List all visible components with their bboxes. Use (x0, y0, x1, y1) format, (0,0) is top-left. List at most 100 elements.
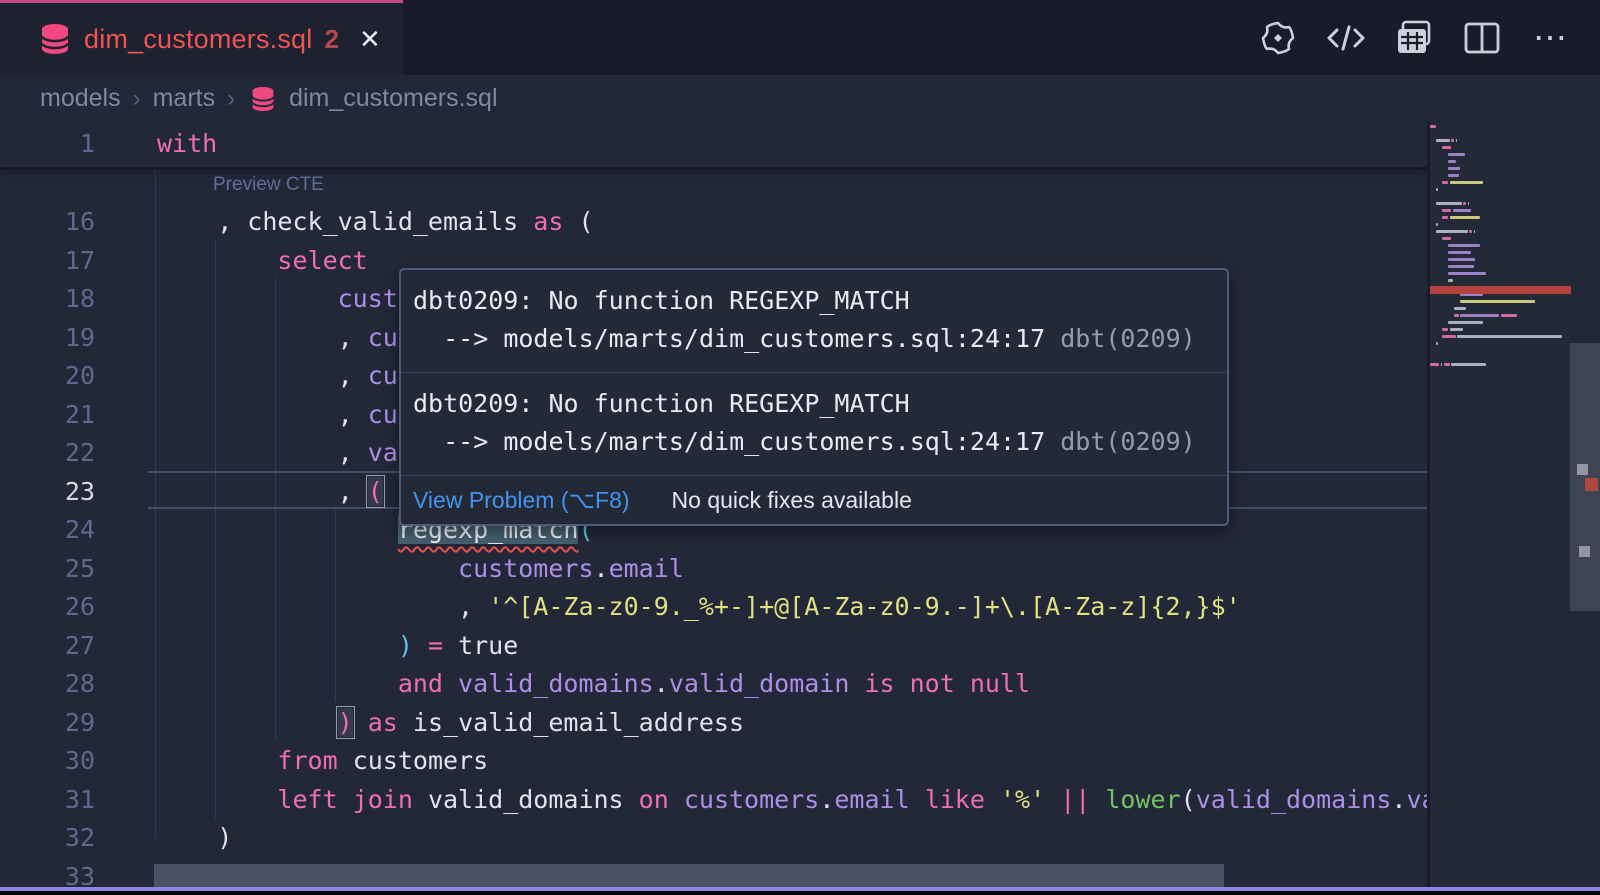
split-editor-icon[interactable] (1462, 18, 1502, 58)
code-token: cu (368, 400, 398, 429)
preview-cte-codelens[interactable]: Preview CTE (213, 174, 324, 196)
minimap-line (1444, 363, 1450, 366)
code-text: , check_valid_emails as ( (148, 202, 594, 241)
overview-highlight-mark (1579, 546, 1590, 557)
code-token: is_valid_email_address (398, 708, 744, 737)
tab-close-icon[interactable]: ✕ (359, 24, 381, 55)
code-text: , cu (148, 318, 398, 357)
code-token: valid_domains (1196, 785, 1392, 814)
tab-dim-customers-sql[interactable]: dim_customers.sql 2 ✕ (0, 0, 403, 75)
line-number[interactable]: 26 (0, 587, 95, 626)
minimap-line (1442, 209, 1451, 212)
line-number[interactable]: 25 (0, 549, 95, 588)
line-number[interactable]: 31 (0, 780, 95, 819)
minimap-line (1430, 363, 1439, 366)
code-token: = (428, 631, 443, 660)
line-number[interactable]: 1 (0, 122, 95, 165)
code-token: is not null (864, 669, 1030, 698)
breadcrumb: models › marts › dim_customers.sql (0, 75, 1427, 122)
minimap-line (1448, 272, 1486, 275)
breadcrumb-item-file[interactable]: dim_customers.sql (289, 84, 497, 113)
line-number[interactable]: 32 (0, 818, 95, 857)
line-number[interactable]: 22 (0, 433, 95, 472)
minimap-line (1436, 139, 1450, 142)
diagnostic-code: dbt(0209) (1045, 427, 1196, 456)
code-token: , (157, 361, 368, 390)
minimap[interactable] (1427, 122, 1571, 895)
sticky-scroll-line[interactable]: 1 with (0, 122, 1427, 169)
minimap-line (1450, 181, 1483, 184)
code-token: email (834, 785, 909, 814)
code-token: , (157, 592, 488, 621)
line-number[interactable]: 21 (0, 395, 95, 434)
more-actions-icon[interactable]: ⋯ (1530, 18, 1570, 58)
database-icon (40, 23, 70, 55)
code-text: customers.email (148, 549, 684, 588)
breadcrumb-item-models[interactable]: models (40, 84, 121, 113)
diagnostic-message: dbt0209: No function REGEXP_MATCH --> mo… (401, 270, 1227, 373)
breadcrumb-item-marts[interactable]: marts (153, 84, 216, 113)
line-number[interactable]: 30 (0, 741, 95, 780)
minimap-line (1442, 181, 1448, 184)
minimap-line (1469, 230, 1472, 233)
code-token: , (157, 400, 368, 429)
code-line[interactable]: 29 ) as is_valid_email_address (0, 703, 1427, 742)
code-token (413, 631, 428, 660)
code-token: . (594, 554, 609, 583)
diagnostic-text: dbt0209: No function REGEXP_MATCH (413, 286, 910, 315)
minimap-line (1451, 139, 1454, 142)
code-token: ( (563, 207, 593, 236)
line-number[interactable]: 20 (0, 356, 95, 395)
code-line[interactable]: 26 , '^[A-Za-z0-9._%+-]+@[A-Za-z0-9.-]+\… (0, 587, 1427, 626)
line-number[interactable]: 28 (0, 664, 95, 703)
line-number[interactable]: 29 (0, 703, 95, 742)
vertical-scrollbar[interactable] (1568, 122, 1600, 895)
horizontal-scrollbar[interactable] (154, 864, 1224, 888)
query-results-icon[interactable] (1394, 18, 1434, 58)
scrollbar-thumb[interactable] (1570, 343, 1600, 611)
view-problem-link[interactable]: View Problem (⌥F8) (413, 487, 630, 514)
tab-title: dim_customers.sql (84, 24, 312, 55)
line-number[interactable]: 23 (0, 472, 95, 511)
minimap-line (1448, 244, 1480, 247)
minimap-line (1460, 314, 1499, 317)
minimap-line (1448, 265, 1474, 268)
minimap-line (1460, 300, 1535, 303)
code-token: lower (1105, 785, 1180, 814)
minimap-line (1441, 363, 1443, 366)
chevron-right-icon: › (133, 85, 141, 113)
window-bottom-shadow (0, 891, 1600, 895)
code-token: '^[A-Za-z0-9._%+-]+@[A-Za-z0-9.-]+\.[A-Z… (488, 592, 1241, 621)
minimap-line (1442, 335, 1456, 338)
code-token (157, 708, 338, 737)
code-token: customers (458, 554, 593, 583)
editor-pane[interactable]: 16 , check_valid_emails as (17 select18 … (0, 122, 1600, 895)
line-number[interactable]: 19 (0, 318, 95, 357)
line-number[interactable]: 24 (0, 510, 95, 549)
code-text: and valid_domains.valid_domain is not nu… (148, 664, 1030, 703)
code-line[interactable]: 16 , check_valid_emails as ( (0, 202, 1427, 241)
code-text: from customers (148, 741, 488, 780)
code-icon[interactable] (1326, 18, 1366, 58)
code-token: cu (368, 361, 398, 390)
code-line[interactable]: 28 and valid_domains.valid_domain is not… (0, 664, 1427, 703)
minimap-line (1454, 314, 1459, 317)
code-token (985, 785, 1000, 814)
dbt-logo-icon[interactable] (1258, 18, 1298, 58)
code-token: , (157, 323, 368, 352)
code-token: valid_domains (413, 785, 639, 814)
code-line[interactable]: 30 from customers (0, 741, 1427, 780)
diagnostic-arrow: --> (413, 427, 503, 456)
code-token: from (277, 746, 337, 775)
code-token: as (368, 708, 398, 737)
minimap-error-bar (1430, 286, 1571, 294)
line-number[interactable]: 27 (0, 626, 95, 665)
code-token (353, 708, 368, 737)
code-line[interactable]: 25 customers.email (0, 549, 1427, 588)
code-token: ) (338, 708, 353, 737)
code-token (157, 669, 398, 698)
code-line[interactable]: 32 ) (0, 818, 1427, 857)
code-line[interactable]: 27 ) = true (0, 626, 1427, 665)
code-line[interactable]: 31 left join valid_domains on customers.… (0, 780, 1427, 819)
diagnostic-text: dbt0209: No function REGEXP_MATCH (413, 389, 910, 418)
